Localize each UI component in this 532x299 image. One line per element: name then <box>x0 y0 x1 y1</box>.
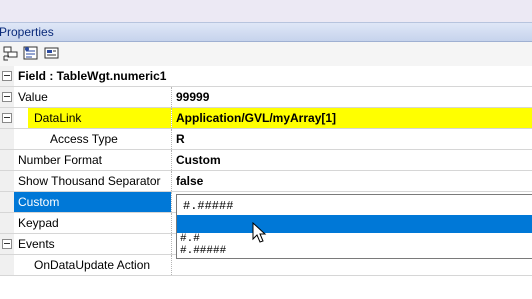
custom-format-input-value: #.##### <box>183 199 234 213</box>
properties-panel-title: Properties <box>0 22 532 42</box>
grid-header-row: Field : TableWgt.numeric1 <box>0 66 532 87</box>
property-row-value[interactable]: Value 99999 <box>0 87 532 108</box>
property-name: OnDataUpdate Action <box>34 258 151 272</box>
dropdown-option-label: #.##### <box>180 245 227 257</box>
column-separator <box>171 213 173 233</box>
property-row-datalink[interactable]: DataLink Application/GVL/myArray[1] <box>0 108 532 129</box>
property-name: DataLink <box>34 111 82 125</box>
property-row-thousand-separator[interactable]: Show Thousand Separator false <box>0 171 532 192</box>
property-row-number-format[interactable]: Number Format Custom <box>0 150 532 171</box>
dropdown-option[interactable]: #.##### <box>177 245 532 257</box>
grid-gutter <box>0 192 14 212</box>
dropdown-option-label: #.# <box>180 233 200 245</box>
property-value[interactable]: false <box>176 174 203 188</box>
property-value[interactable]: R <box>176 132 185 146</box>
properties-toolbar <box>0 42 532 66</box>
grid-header-title: Field : TableWgt.numeric1 <box>18 69 167 83</box>
property-name: Events <box>18 237 55 251</box>
collapse-icon[interactable] <box>2 71 12 81</box>
property-name: Value <box>18 90 48 104</box>
grid-gutter <box>0 66 14 86</box>
dropdown-option[interactable]: #.# <box>177 233 532 245</box>
grid-gutter <box>0 213 14 233</box>
column-separator <box>171 129 173 149</box>
column-separator <box>171 87 173 107</box>
sort-alpha-icon[interactable] <box>22 45 40 63</box>
grid-gutter <box>0 255 14 275</box>
column-separator <box>171 234 173 254</box>
window-top-strip <box>0 0 532 22</box>
dropdown-option-empty[interactable] <box>177 215 532 233</box>
property-name: Custom <box>18 195 60 209</box>
grid-gutter <box>0 234 14 254</box>
property-name: Show Thousand Separator <box>18 174 161 188</box>
categorized-icon[interactable] <box>2 45 20 63</box>
property-value[interactable]: Custom <box>176 153 221 167</box>
collapse-icon[interactable] <box>2 92 12 102</box>
grid-gutter <box>0 87 14 107</box>
collapse-icon[interactable] <box>2 113 12 123</box>
custom-format-dropdown[interactable]: #.##### #.# #.##### <box>176 194 532 259</box>
column-separator <box>171 150 173 170</box>
property-value[interactable]: 99999 <box>176 90 209 104</box>
property-pages-icon[interactable] <box>43 45 61 63</box>
property-name: Access Type <box>50 132 118 146</box>
property-grid: Field : TableWgt.numeric1 Value 99999 Da… <box>0 66 532 299</box>
property-row-access-type[interactable]: Access Type R <box>0 129 532 150</box>
property-name: Keypad <box>18 216 59 230</box>
grid-gutter <box>0 171 14 191</box>
property-value[interactable]: Application/GVL/myArray[1] <box>176 111 336 125</box>
property-name: Number Format <box>18 153 103 167</box>
column-separator <box>171 192 173 212</box>
mouse-cursor-icon <box>252 222 267 243</box>
panel-title-text: Properties <box>0 25 54 39</box>
grid-gutter <box>0 108 14 128</box>
column-separator <box>171 171 173 191</box>
column-separator <box>171 255 173 275</box>
grid-gutter <box>0 129 14 149</box>
collapse-icon[interactable] <box>2 239 12 249</box>
grid-gutter <box>0 150 14 170</box>
column-separator <box>171 108 173 128</box>
custom-format-input[interactable]: #.##### <box>177 195 532 216</box>
